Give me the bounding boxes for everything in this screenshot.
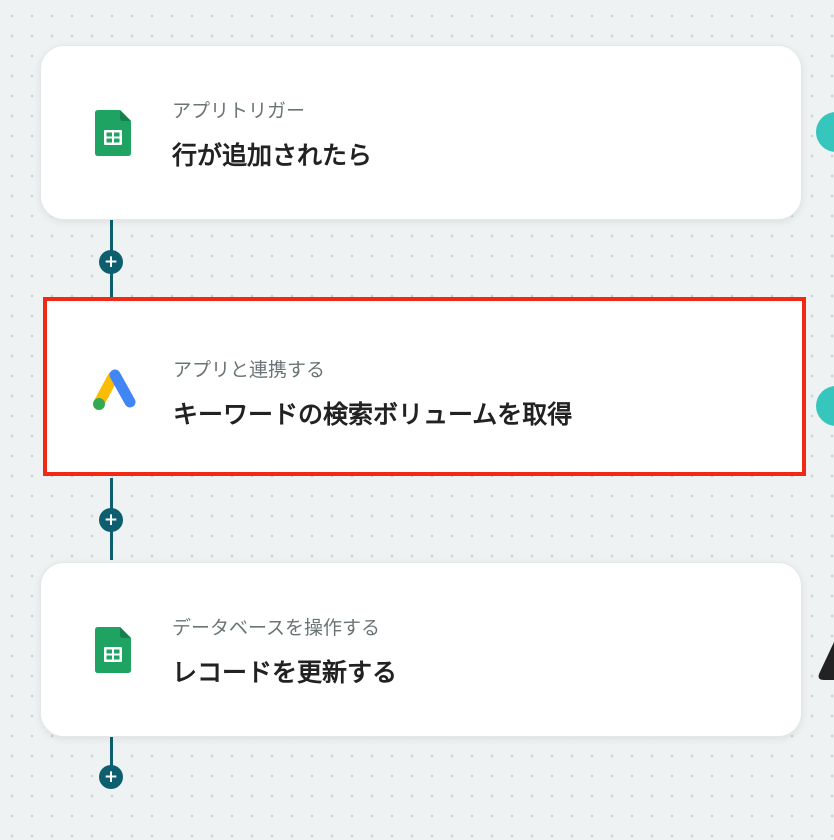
add-step-button[interactable]: + [99,765,123,789]
google-sheets-icon [95,110,131,156]
step-title: レコードを更新する [172,658,398,687]
flow-step-card-app-action[interactable]: アプリと連携する キーワードの検索ボリュームを取得 [43,297,806,476]
google-sheets-icon [95,627,131,673]
step-title: 行が追加されたら [172,141,373,170]
edge-teal-circle [816,386,834,426]
step-subtitle: アプリトリガー [172,100,306,122]
google-ads-icon [91,367,139,411]
edge-dark-triangle-icon [818,642,834,680]
flow-step-card-database[interactable]: データベースを操作する レコードを更新する [40,562,802,737]
add-step-button[interactable]: + [99,250,123,274]
step-subtitle: データベースを操作する [172,617,381,639]
step-title: キーワードの検索ボリュームを取得 [173,400,573,429]
edge-teal-circle [816,112,834,152]
step-subtitle: アプリと連携する [173,359,326,381]
add-step-button[interactable]: + [99,508,123,532]
flow-step-card-trigger[interactable]: アプリトリガー 行が追加されたら [40,45,802,220]
